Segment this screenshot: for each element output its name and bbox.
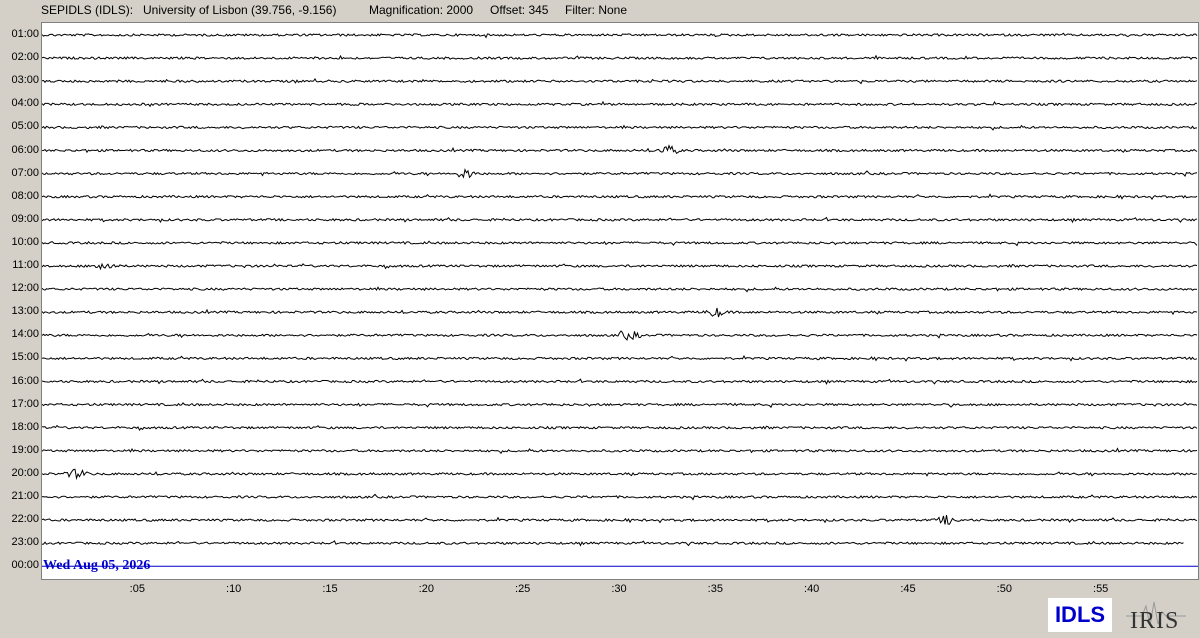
x-tick-label: :20 [418, 583, 434, 595]
hour-label: 15:00 [11, 351, 39, 364]
hour-label: 00:00 [11, 559, 39, 572]
offset-readout: Offset: 345 [490, 3, 549, 17]
hour-label: 16:00 [11, 374, 39, 387]
station-code: SEPIDLS (IDLS): [41, 3, 134, 17]
iris-logo: IRIS [1124, 594, 1188, 636]
trace-row-2200 [42, 515, 1198, 525]
hour-label: 21:00 [11, 490, 39, 502]
x-tick-label: :30 [611, 583, 627, 595]
trace-row-2000 [42, 468, 1198, 481]
trace-row-0400 [42, 100, 1197, 108]
station-location: University of Lisbon (39.756, -9.156) [143, 3, 337, 17]
idls-logo: IDLS [1048, 598, 1112, 632]
hour-label: 02:00 [11, 51, 39, 64]
trace-canvas [42, 32, 1198, 567]
hour-label: 05:00 [11, 120, 39, 133]
hour-label: 08:00 [11, 189, 39, 202]
hour-label: 18:00 [11, 420, 39, 433]
hour-label: 01:00 [11, 28, 39, 40]
header-bar: SEPIDLS (IDLS): University of Lisbon (39… [0, 0, 1200, 22]
trace-row-0100 [42, 32, 1198, 39]
trace-row-1900 [42, 447, 1198, 455]
trace-row-0300 [42, 77, 1198, 85]
trace-row-1300 [42, 307, 1198, 318]
x-tick-label: :10 [226, 583, 242, 595]
x-tick-label: :50 [996, 583, 1012, 595]
trace-row-1000 [42, 240, 1198, 247]
trace-row-1400 [42, 330, 1198, 341]
hour-label: 20:00 [11, 466, 39, 479]
x-tick-label: :45 [900, 583, 916, 595]
x-tick-label: :25 [515, 583, 531, 595]
trace-row-1600 [42, 378, 1198, 385]
filter-readout: Filter: None [565, 3, 628, 17]
trace-row-0500 [42, 124, 1198, 131]
trace-row-2300 [42, 540, 1184, 547]
trace-row-2100 [42, 493, 1198, 501]
hour-label: 04:00 [11, 97, 39, 110]
hour-label: 22:00 [11, 513, 39, 526]
x-tick-label: :35 [707, 583, 723, 595]
hour-label: 13:00 [11, 305, 39, 318]
trace-row-1700 [42, 402, 1198, 409]
trace-row-1800 [42, 424, 1198, 432]
date-label: Wed Aug 05, 2026 [43, 558, 151, 573]
helicorder-plot [41, 22, 1199, 580]
hour-label: 09:00 [11, 212, 39, 225]
magnification-readout: Magnification: 2000 [369, 3, 474, 17]
hour-label: 07:00 [11, 166, 39, 179]
x-tick-label: :40 [804, 583, 820, 595]
hour-label: 19:00 [11, 443, 39, 456]
hour-label: 06:00 [11, 143, 39, 156]
hour-label: 23:00 [11, 536, 39, 549]
iris-logo-text: IRIS [1130, 608, 1180, 634]
trace-row-0800 [42, 193, 1198, 200]
hour-label: 03:00 [11, 74, 39, 87]
x-tick-label: :15 [322, 583, 338, 595]
hour-label: 10:00 [11, 235, 39, 248]
x-tick-label: :55 [1093, 583, 1109, 595]
trace-row-0600 [42, 144, 1198, 154]
trace-row-1200 [42, 286, 1198, 293]
hour-label: 17:00 [11, 397, 39, 410]
trace-row-1100 [42, 262, 1198, 271]
trace-row-0900 [42, 216, 1198, 224]
trace-row-1500 [42, 354, 1198, 362]
hour-label: 12:00 [11, 282, 39, 295]
trace-row-0700 [42, 168, 1198, 179]
trace-row-0200 [42, 54, 1198, 61]
hour-label: 14:00 [11, 328, 39, 341]
hour-label: 11:00 [12, 259, 39, 271]
x-tick-label: :05 [129, 583, 145, 595]
